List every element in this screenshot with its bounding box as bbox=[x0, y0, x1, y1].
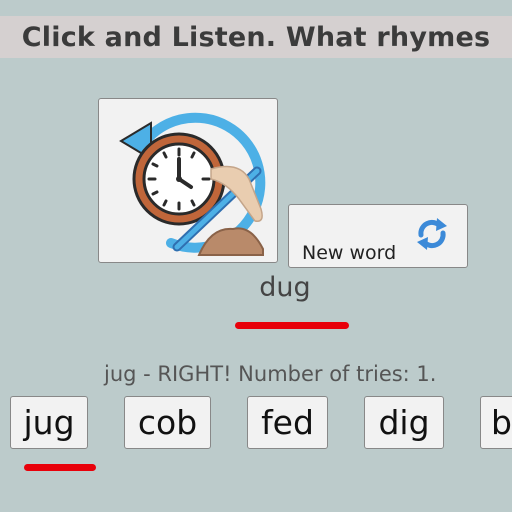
choice-button[interactable]: b bbox=[480, 396, 512, 449]
target-word-underline bbox=[235, 322, 349, 329]
refresh-icon bbox=[417, 218, 447, 250]
new-word-label: New word bbox=[302, 242, 397, 264]
page: Click and Listen. What rhymes New word d… bbox=[0, 0, 512, 512]
status-message: jug - RIGHT! Number of tries: 1. bbox=[104, 362, 437, 386]
word-picture-button[interactable] bbox=[98, 98, 278, 263]
target-word: dug bbox=[259, 272, 311, 303]
choice-button[interactable]: cob bbox=[124, 396, 211, 449]
choice-list: jug cob fed dig b bbox=[0, 396, 512, 452]
choice-button[interactable]: dig bbox=[364, 396, 444, 449]
choice-underline bbox=[24, 464, 96, 471]
new-word-button[interactable]: New word bbox=[288, 204, 468, 268]
page-title: Click and Listen. What rhymes bbox=[21, 21, 491, 53]
header-bar: Click and Listen. What rhymes bbox=[0, 16, 512, 58]
choice-button[interactable]: jug bbox=[10, 396, 88, 449]
choice-button[interactable]: fed bbox=[247, 396, 328, 449]
clock-history-icon bbox=[119, 112, 266, 256]
